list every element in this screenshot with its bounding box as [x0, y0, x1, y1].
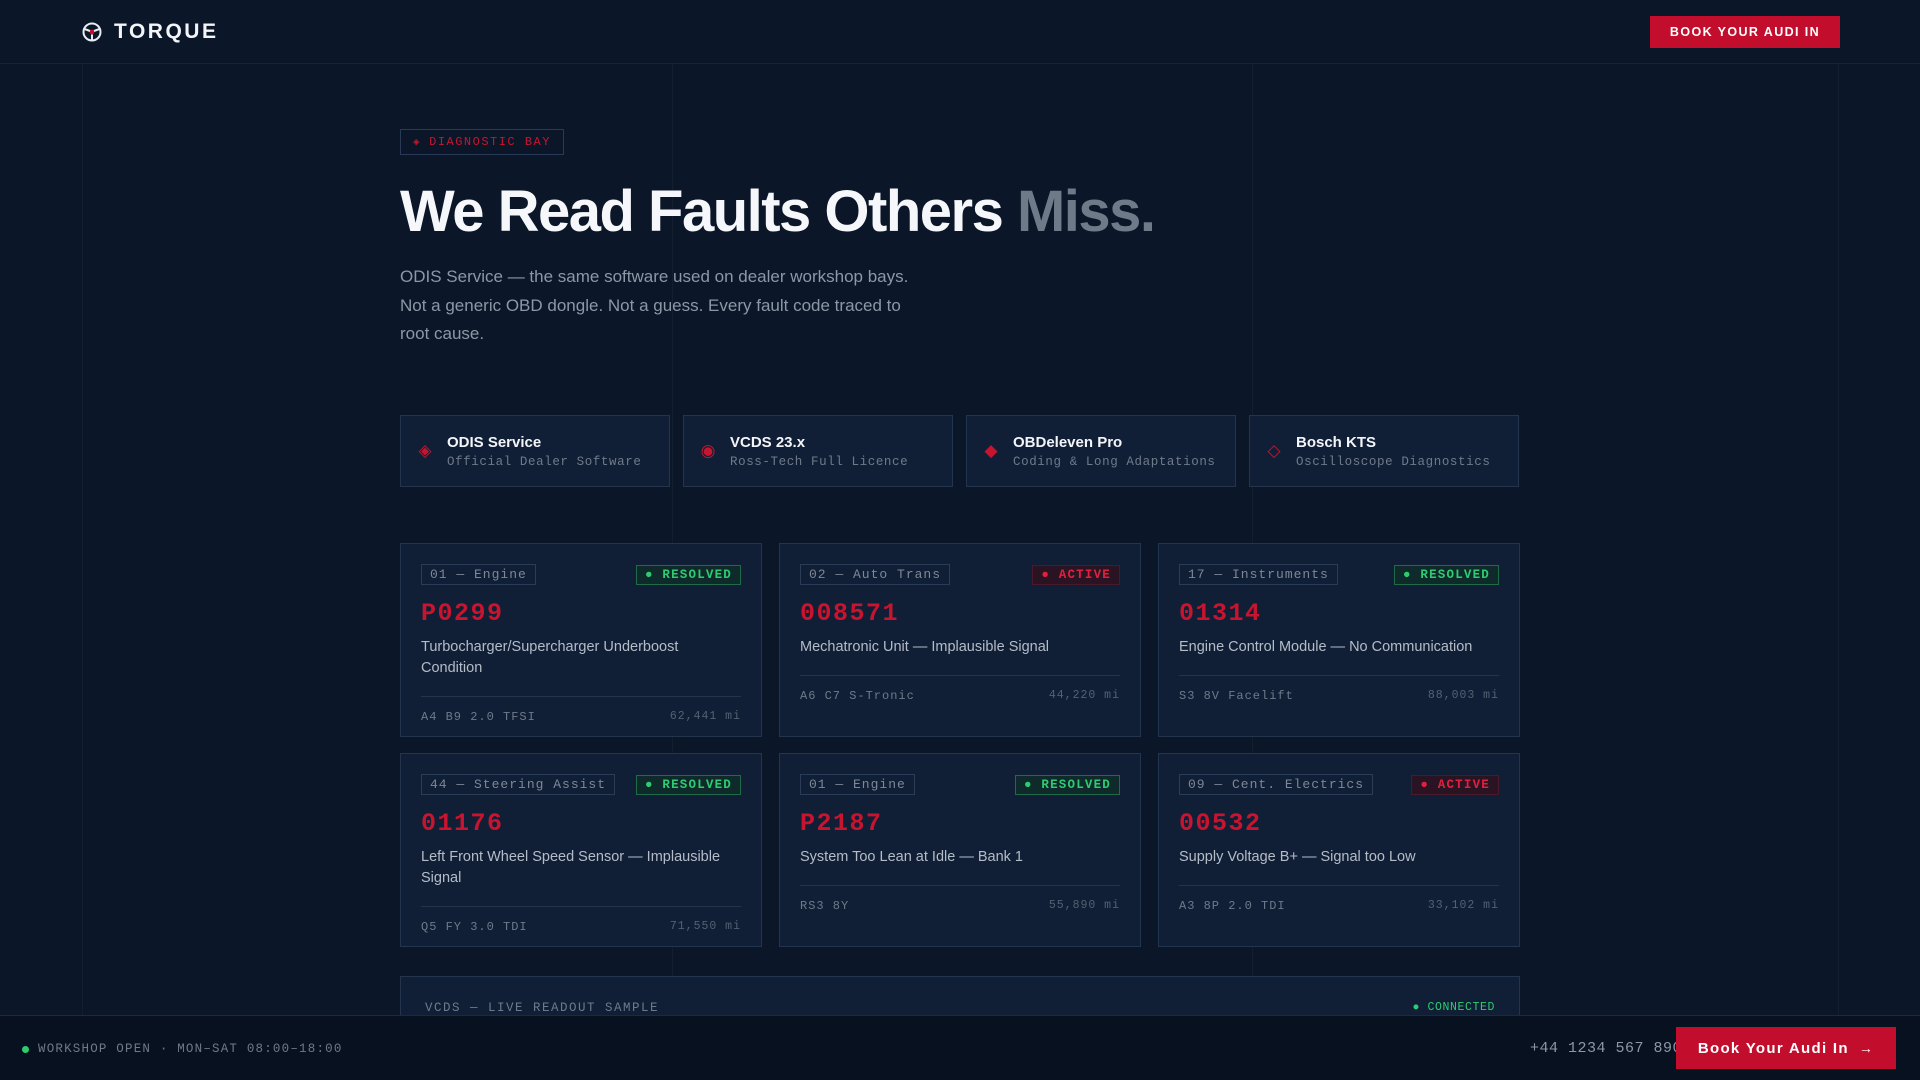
fault-card[interactable]: 17 — Instruments ● RESOLVED 01314 Engine … — [1158, 543, 1520, 737]
status-badge: ● RESOLVED — [635, 564, 741, 585]
fault-code: P0299 — [421, 599, 504, 628]
solid-diamond-icon: ◆ — [984, 441, 998, 460]
fault-description: System Too Lean at Idle — Bank 1 — [800, 849, 1024, 865]
fault-code: 00532 — [1179, 809, 1262, 838]
status-badge: ● ACTIVE — [1032, 564, 1120, 585]
connection-status: ● CONNECTED — [1412, 1001, 1495, 1014]
tool-desc: Coding & Long Adaptations — [1013, 454, 1216, 469]
workshop-status: WORKSHOP OPEN · MON–SAT 08:00–18:00 — [22, 1042, 343, 1056]
tool-card: ◉ VCDS 23.x Ross-Tech Full Licence — [683, 415, 953, 487]
tool-name: VCDS 23.x — [730, 433, 806, 451]
diagnostic-bay-tag: ◈ DIAGNOSTIC BAY — [400, 129, 564, 155]
car-model: S3 8V Facelift — [1179, 688, 1294, 703]
fault-description: Left Front Wheel Speed Sensor — Implausi… — [421, 849, 721, 886]
mileage: 71,550 mi — [669, 920, 741, 933]
outline-diamond-icon: ◇ — [1267, 441, 1281, 460]
tool-name: OBDeleven Pro — [1013, 433, 1123, 451]
status-badge: ● RESOLVED — [1014, 774, 1120, 795]
arrow-right-icon: → — [1858, 1040, 1875, 1056]
status-badge: ● ACTIVE — [1411, 774, 1499, 795]
mileage: 33,102 mi — [1427, 899, 1499, 912]
hero-title-main: We Read Faults Others — [400, 179, 1017, 244]
fault-grid: 01 — Engine ● RESOLVED P0299 Turbocharger… — [400, 543, 1520, 947]
hero-title-muted: Miss. — [1016, 179, 1156, 244]
button-label: Book Your Audi In — [1697, 1039, 1849, 1057]
fault-description: Engine Control Module — No Communication — [1179, 639, 1473, 655]
diamond-icon: ◈ — [418, 441, 432, 460]
hero-title: We Read Faults Others Miss. — [400, 178, 1156, 245]
module-label: 01 — Engine — [421, 564, 536, 585]
readout-title: VCDS — LIVE READOUT SAMPLE — [425, 1001, 660, 1015]
book-audi-header-button[interactable]: BOOK YOUR AUDI IN — [1650, 16, 1840, 48]
brand-logo[interactable]: TORQUE — [82, 20, 218, 44]
tool-name: ODIS Service — [447, 433, 542, 451]
fault-description: Turbocharger/Supercharger Underboost Con… — [421, 639, 679, 676]
steering-wheel-icon — [82, 22, 102, 42]
tool-card: ◇ Bosch KTS Oscilloscope Diagnostics — [1249, 415, 1519, 487]
tool-desc: Oscilloscope Diagnostics — [1296, 454, 1491, 469]
fault-code: 008571 — [800, 599, 900, 628]
book-audi-bottom-button[interactable]: Book Your Audi In → — [1676, 1027, 1896, 1069]
tag-label: DIAGNOSTIC BAY — [429, 135, 551, 149]
fault-code: P2187 — [800, 809, 883, 838]
hero-subtitle: ODIS Service — the same software used on… — [400, 267, 909, 343]
status-dot-icon — [22, 1045, 29, 1053]
phone-number[interactable]: +44 1234 567 890 — [1530, 1040, 1682, 1057]
target-icon: ◉ — [700, 441, 716, 460]
fault-description: Mechatronic Unit — Implausible Signal — [800, 639, 1050, 655]
tool-card: ◈ ODIS Service Official Dealer Software — [400, 415, 670, 487]
fault-card[interactable]: 09 — Cent. Electrics ● ACTIVE 00532 Suppl… — [1158, 753, 1520, 947]
site-header: TORQUE BOOK YOUR AUDI IN — [0, 0, 1920, 64]
workshop-hours: WORKSHOP OPEN · MON–SAT 08:00–18:00 — [38, 1042, 343, 1056]
module-label: 44 — Steering Assist — [421, 774, 616, 795]
fault-card[interactable]: 44 — Steering Assist ● RESOLVED 01176 Lef… — [400, 753, 762, 947]
car-model: A3 8P 2.0 TDI — [1179, 898, 1286, 913]
tool-card: ◆ OBDeleven Pro Coding & Long Adaptations — [966, 415, 1236, 487]
car-model: Q5 FY 3.0 TDI — [421, 919, 528, 934]
status-badge: ● RESOLVED — [635, 774, 741, 795]
fault-code: 01314 — [1179, 599, 1262, 628]
tool-name: Bosch KTS — [1296, 433, 1377, 451]
brand-name: TORQUE — [114, 20, 219, 43]
car-model: A6 C7 S-Tronic — [800, 688, 915, 703]
status-badge: ● RESOLVED — [1393, 564, 1499, 585]
tool-desc: Ross-Tech Full Licence — [730, 454, 909, 469]
module-label: 09 — Cent. Electrics — [1179, 774, 1374, 795]
module-label: 02 — Auto Trans — [800, 564, 951, 585]
tools-row: ◈ ODIS Service Official Dealer Software ◉… — [400, 415, 1519, 487]
module-label: 01 — Engine — [800, 774, 915, 795]
fault-code: 01176 — [421, 809, 504, 838]
mileage: 55,890 mi — [1048, 899, 1120, 912]
fault-card[interactable]: 01 — Engine ● RESOLVED P2187 System Too L… — [779, 753, 1141, 947]
module-label: 17 — Instruments — [1179, 564, 1338, 585]
mileage: 44,220 mi — [1048, 689, 1120, 702]
fault-card[interactable]: 02 — Auto Trans ● ACTIVE 008571 Mechatron… — [779, 543, 1141, 737]
car-model: RS3 8Y — [800, 898, 850, 913]
mileage: 88,003 mi — [1427, 689, 1499, 702]
car-model: A4 B9 2.0 TFSI — [421, 709, 536, 724]
mileage: 62,441 mi — [669, 710, 741, 723]
bottom-bar: WORKSHOP OPEN · MON–SAT 08:00–18:00 +44 … — [0, 1015, 1920, 1080]
fault-description: Supply Voltage B+ — Signal too Low — [1179, 849, 1416, 865]
tool-desc: Official Dealer Software — [447, 454, 642, 469]
diamond-icon: ◈ — [413, 137, 422, 149]
fault-card[interactable]: 01 — Engine ● RESOLVED P0299 Turbocharger… — [400, 543, 762, 737]
